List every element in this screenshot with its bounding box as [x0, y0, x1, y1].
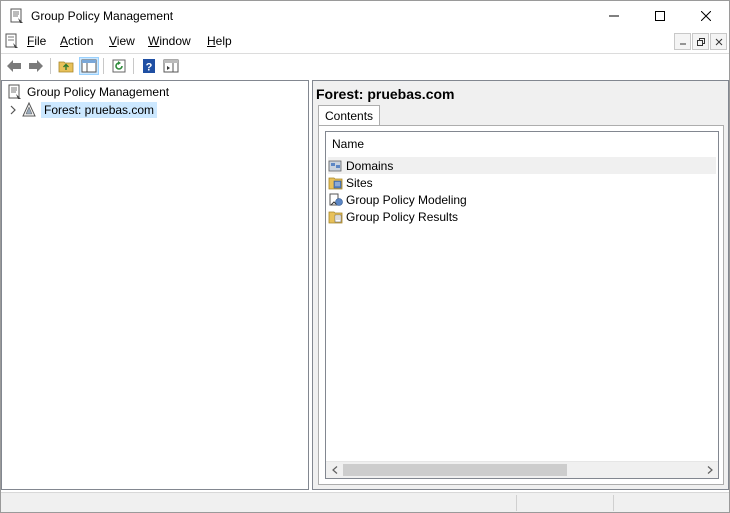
chevron-right-icon	[707, 466, 713, 474]
toolbar: ?	[1, 53, 729, 77]
tree-item-root[interactable]: Group Policy Management	[7, 83, 172, 101]
help-button[interactable]: ?	[139, 57, 159, 75]
window-title: Group Policy Management	[31, 9, 174, 23]
refresh-button[interactable]	[109, 57, 129, 75]
menu-view[interactable]: View	[109, 34, 135, 48]
chevron-left-icon	[331, 466, 337, 474]
tab-panel-contents: Name Domains Sites Group Policy Modeling…	[318, 125, 724, 485]
menu-window-label: indow	[159, 34, 191, 48]
menu-window[interactable]: Window	[148, 34, 191, 48]
column-header-name-label: Name	[332, 137, 365, 151]
svg-text:?: ?	[146, 62, 153, 74]
menu-view-accel: V	[109, 34, 117, 48]
scroll-right-button[interactable]	[701, 462, 718, 478]
results-icon	[328, 211, 343, 223]
list-item-gp-results[interactable]: Group Policy Results	[328, 208, 716, 225]
restore-icon	[696, 37, 705, 46]
domains-icon	[328, 160, 342, 171]
menu-view-label: iew	[116, 34, 135, 48]
action-pane-icon	[163, 59, 179, 73]
tree-item-root-label: Group Policy Management	[27, 85, 170, 99]
toolbar-separator	[103, 58, 104, 74]
details-pane: Forest: pruebas.com Contents Name Domain…	[312, 80, 729, 490]
menu-bar: File Action View Window Help	[1, 31, 729, 51]
horizontal-scrollbar[interactable]	[326, 461, 718, 478]
child-restore-button[interactable]	[692, 33, 709, 50]
modeling-icon	[329, 193, 343, 206]
child-close-button[interactable]	[710, 33, 727, 50]
forest-icon	[22, 102, 36, 117]
scroll-left-button[interactable]	[326, 462, 343, 478]
folder-up-icon	[58, 61, 74, 73]
list-item-sites[interactable]: Sites	[328, 174, 716, 191]
list-item-gp-modeling-label: Group Policy Modeling	[346, 192, 467, 207]
toolbar-separator	[133, 58, 134, 74]
menu-help[interactable]: Help	[207, 34, 232, 48]
console-tree[interactable]: Group Policy Management Forest: pruebas.…	[1, 80, 309, 490]
show-action-pane-button[interactable]	[161, 57, 181, 75]
help-icon: ?	[143, 59, 155, 74]
refresh-icon	[112, 59, 126, 73]
status-segment	[516, 495, 517, 511]
contents-list[interactable]: Name Domains Sites Group Policy Modeling…	[325, 131, 719, 479]
gpmc-root-icon	[8, 84, 21, 99]
scroll-thumb[interactable]	[343, 464, 567, 476]
minimize-icon	[679, 43, 686, 44]
child-window-icon[interactable]	[4, 33, 20, 49]
menu-help-label: elp	[215, 34, 232, 48]
close-icon	[701, 11, 711, 21]
maximize-button[interactable]	[637, 1, 683, 31]
maximize-icon	[655, 11, 665, 21]
tab-contents[interactable]: Contents	[318, 105, 381, 126]
close-button[interactable]	[683, 1, 729, 31]
show-hide-tree-button[interactable]	[79, 57, 99, 75]
minimize-button[interactable]	[591, 1, 637, 31]
menu-action[interactable]: Action	[60, 34, 93, 48]
up-level-button[interactable]	[56, 57, 76, 75]
back-button[interactable]	[4, 57, 24, 75]
sites-icon	[328, 177, 343, 189]
child-minimize-button[interactable]	[674, 33, 691, 50]
forward-button[interactable]	[26, 57, 46, 75]
menu-help-accel: H	[207, 34, 216, 48]
list-item-sites-label: Sites	[346, 175, 373, 190]
title-bar[interactable]: Group Policy Management	[1, 1, 729, 31]
gpmc-app-icon	[10, 8, 23, 23]
console-tree-icon	[81, 59, 97, 73]
status-bar	[1, 492, 729, 512]
status-segment	[613, 495, 614, 511]
minimize-icon	[609, 15, 619, 17]
list-item-gp-modeling[interactable]: Group Policy Modeling	[328, 191, 716, 208]
tree-item-forest[interactable]: Forest: pruebas.com	[7, 101, 158, 119]
list-item-domains-label: Domains	[346, 158, 394, 173]
close-icon	[715, 38, 722, 45]
back-arrow-icon	[7, 60, 21, 72]
toolbar-separator	[50, 58, 51, 74]
tree-expander[interactable]	[7, 104, 19, 116]
column-header-name[interactable]: Name	[326, 132, 718, 156]
menu-action-label: ction	[68, 34, 94, 48]
list-item-domains[interactable]: Domains	[328, 157, 716, 174]
menu-file[interactable]: File	[27, 34, 46, 48]
chevron-right-icon	[10, 105, 16, 115]
tree-item-forest-label: Forest: pruebas.com	[41, 102, 158, 118]
list-item-gp-results-label: Group Policy Results	[346, 209, 459, 224]
details-heading: Forest: pruebas.com	[316, 86, 455, 102]
menu-action-accel: A	[60, 34, 69, 48]
menu-window-accel: W	[148, 34, 160, 48]
menu-file-label: ile	[34, 34, 47, 48]
forward-arrow-icon	[29, 60, 43, 72]
gpmc-window: Group Policy Management File Action View…	[0, 0, 730, 513]
